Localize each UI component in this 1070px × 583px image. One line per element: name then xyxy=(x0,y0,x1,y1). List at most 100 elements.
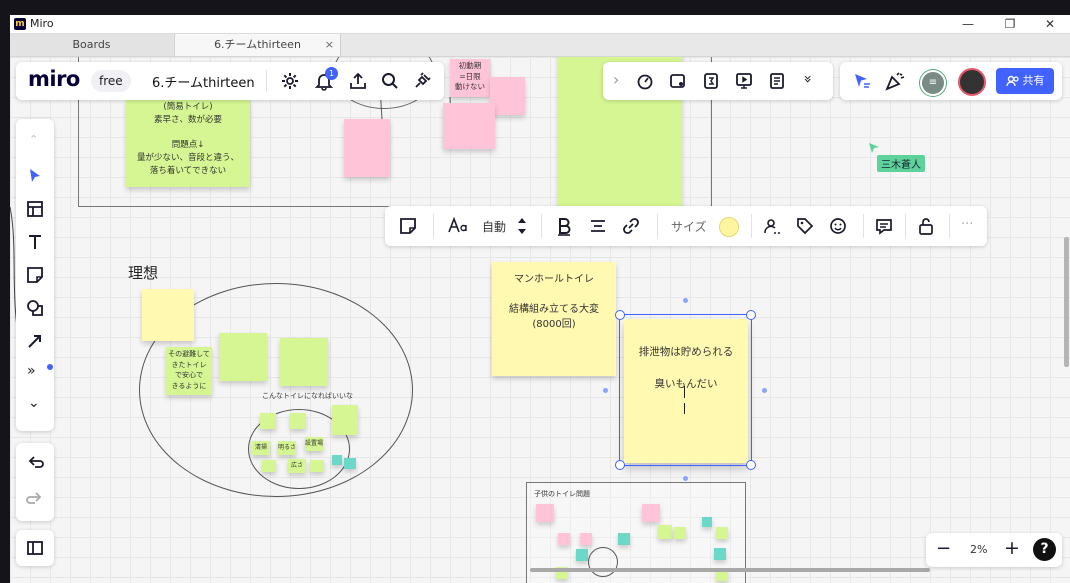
collapse-chevron-icon[interactable]: › xyxy=(613,70,619,89)
minimize-button[interactable]: — xyxy=(948,15,988,33)
expand-toolbar-icon[interactable]: ⌄ xyxy=(28,395,40,411)
board-name[interactable]: 6.チームthirteen xyxy=(152,72,255,91)
select-pointer-icon[interactable] xyxy=(26,167,44,185)
sticky-small-teal-2[interactable] xyxy=(344,458,356,469)
text-tool-icon[interactable] xyxy=(26,233,44,251)
sticky-small-2[interactable] xyxy=(290,413,306,429)
zoom-level[interactable]: 2% xyxy=(970,543,987,556)
resize-handle-br[interactable] xyxy=(746,460,756,470)
resize-handle-tr[interactable] xyxy=(746,310,756,320)
timer-icon[interactable] xyxy=(635,71,655,91)
sticky-note-pink-small[interactable] xyxy=(490,77,525,115)
more-tools-icon[interactable]: » xyxy=(27,363,36,379)
sticky-small-teal-1[interactable] xyxy=(332,455,342,465)
sticky-note-pink-mid[interactable] xyxy=(443,103,495,149)
sticky-child-6[interactable] xyxy=(558,533,570,545)
assign-owner-icon[interactable] xyxy=(763,217,781,235)
upload-export-icon[interactable] xyxy=(348,71,368,91)
sticky-child-teal-3[interactable] xyxy=(576,549,588,561)
sticky-small-5[interactable] xyxy=(310,460,324,472)
redo-icon[interactable] xyxy=(26,490,44,508)
sticky-child-5[interactable] xyxy=(716,527,728,539)
sticky-child-7[interactable] xyxy=(580,533,592,545)
sticky-note-manhole[interactable]: マンホールトイレ 結構組み立てる大変 (8000回) xyxy=(492,262,616,376)
search-icon[interactable] xyxy=(380,71,400,91)
frames-panel-button[interactable] xyxy=(16,530,54,566)
board-canvas[interactable]: (簡易トイレ) 素早さ、数が必要 問題点↓ 量が少ない、音段と違う、 落ち着いて… xyxy=(10,57,1070,583)
sticky-note-simple-toilet[interactable]: (簡易トイレ) 素早さ、数が必要 問題点↓ 量が少ない、音段と違う、 落ち着いて… xyxy=(126,99,250,187)
sticky-note-green-a[interactable] xyxy=(219,333,267,381)
sticky-note-pink-day[interactable]: 初動期 =日限 動けない xyxy=(450,59,490,97)
tab-boards[interactable]: Boards xyxy=(10,34,173,56)
tab-close-icon[interactable]: × xyxy=(325,34,334,56)
bold-icon[interactable] xyxy=(555,216,573,236)
help-button[interactable]: ? xyxy=(1033,538,1056,561)
horizontal-scrollbar[interactable] xyxy=(530,568,930,572)
sticky-small-3[interactable] xyxy=(332,405,358,435)
more-tools-chevron-icon[interactable]: » xyxy=(799,75,815,84)
tab-current-board[interactable]: 6.チームthirteen × xyxy=(174,34,341,56)
comment-icon[interactable] xyxy=(875,217,893,235)
child-oval[interactable] xyxy=(588,547,618,577)
countdown-icon[interactable] xyxy=(701,71,721,91)
sticky-small-place[interactable]: 設置場 xyxy=(305,437,323,451)
resize-handle-bl[interactable] xyxy=(615,460,625,470)
sticky-color-swatch[interactable] xyxy=(719,217,739,237)
resize-handle-tl[interactable] xyxy=(615,310,625,320)
lock-icon[interactable] xyxy=(917,216,935,236)
sticky-note-yellow-ideal[interactable] xyxy=(142,289,194,341)
size-label[interactable]: サイズ xyxy=(671,218,707,235)
sticky-child-teal-1[interactable] xyxy=(702,517,712,527)
settings-gear-icon[interactable] xyxy=(280,71,300,91)
toolbar-collapse-icon[interactable]: ⌃ xyxy=(29,133,38,146)
sticky-child-1[interactable] xyxy=(536,504,554,522)
user-avatar[interactable] xyxy=(958,68,986,96)
templates-icon[interactable] xyxy=(26,200,44,218)
sticky-child-4[interactable] xyxy=(674,527,686,539)
tag-icon[interactable] xyxy=(796,217,814,235)
more-options-icon[interactable]: ··· xyxy=(961,217,973,232)
connector-dot-right[interactable] xyxy=(762,388,767,393)
sticky-shape-icon[interactable] xyxy=(399,217,417,235)
presentation-icon[interactable] xyxy=(734,71,754,91)
close-button[interactable]: ✕ xyxy=(1030,15,1070,33)
collaborator-avatar[interactable]: ≡ xyxy=(920,70,946,96)
connector-dot-top[interactable] xyxy=(683,298,688,303)
emoji-reaction-icon[interactable] xyxy=(829,217,847,235)
sticky-note-pink[interactable] xyxy=(344,119,390,177)
font-size-stepper-icon[interactable] xyxy=(516,215,528,237)
connector-dot-left[interactable] xyxy=(603,388,608,393)
plan-badge[interactable]: free xyxy=(91,70,131,92)
sticky-child-teal-2[interactable] xyxy=(618,533,630,545)
sticky-child-teal-4[interactable] xyxy=(714,548,726,560)
sticky-small-clean[interactable]: 清掃 xyxy=(252,441,270,455)
undo-icon[interactable] xyxy=(26,454,44,472)
connector-dot-bottom[interactable] xyxy=(683,476,688,481)
font-size-value[interactable]: 自動 xyxy=(482,218,506,235)
sticky-child-2[interactable] xyxy=(642,504,660,522)
sticky-small-width[interactable]: 広さ xyxy=(288,459,306,473)
vertical-scrollbar[interactable] xyxy=(1064,237,1069,367)
align-center-icon[interactable] xyxy=(589,217,607,235)
sticky-small-4[interactable] xyxy=(262,460,276,472)
font-icon[interactable] xyxy=(447,216,469,236)
cursor-follow-icon[interactable] xyxy=(852,71,872,91)
sticky-child-3[interactable] xyxy=(658,525,672,539)
shapes-tool-icon[interactable] xyxy=(26,299,44,317)
share-button[interactable]: 共有 xyxy=(996,68,1054,94)
sticky-small-bright[interactable]: 明るさ xyxy=(278,441,296,455)
celebrate-party-icon[interactable] xyxy=(884,71,906,91)
notes-document-icon[interactable] xyxy=(767,71,787,91)
sticky-note-tool-icon[interactable] xyxy=(26,266,44,284)
sticky-note-green-b[interactable] xyxy=(280,338,328,386)
miro-logo[interactable]: miro xyxy=(28,67,80,91)
connection-line-icon[interactable] xyxy=(26,332,44,350)
plug-integrations-icon[interactable] xyxy=(412,71,432,91)
maximize-button[interactable]: ❐ xyxy=(990,15,1030,33)
sticky-note-safe[interactable]: その避難して きたトイレ で安心で きるように xyxy=(166,347,212,395)
sticky-small-1[interactable] xyxy=(260,413,276,429)
zoom-in-button[interactable]: + xyxy=(1004,537,1020,559)
card-template-icon[interactable] xyxy=(668,71,688,91)
link-icon[interactable] xyxy=(622,217,640,235)
zoom-out-button[interactable]: − xyxy=(936,538,951,559)
